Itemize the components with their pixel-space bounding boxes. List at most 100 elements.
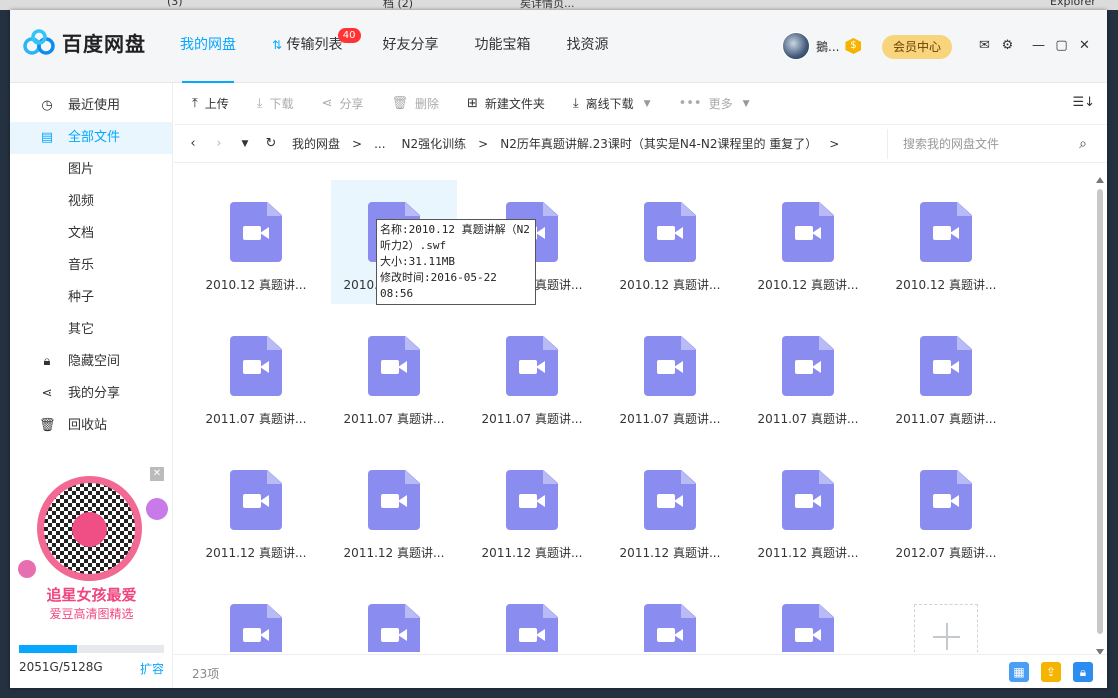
sidebar-item-music[interactable]: 音乐 (10, 250, 172, 282)
sidebar-item-images[interactable]: 图片 (10, 154, 172, 186)
username: 鵝... (816, 39, 840, 54)
nav-friend-share[interactable]: 好友分享 (383, 10, 439, 83)
breadcrumb-item[interactable]: 我的网盘 (292, 135, 340, 152)
video-file-icon (644, 470, 696, 530)
file-item[interactable]: 2010.12 真题讲... (883, 180, 1009, 304)
file-item[interactable]: 2011.07 真题讲... (883, 314, 1009, 438)
clock-icon: ◷ (41, 98, 53, 113)
file-toolbar: ⤒ 上传 ⤓ 下载 ⋖ 分享 🗑︎ 删除 ⊞ 新建文件夹 ⤓ 离线下载 ▼ ••• 更多 ▼ ☰↓ (174, 83, 1107, 125)
nav-transfer-list[interactable]: ⇅ 传输列表 40 (272, 10, 361, 83)
desktop-item[interactable]: Explorer (1050, 0, 1096, 8)
file-item[interactable]: 2011.12 真题讲... (469, 448, 595, 572)
lock-icon[interactable]: 🔒︎ (1073, 662, 1093, 682)
file-item[interactable]: 2010.12 真题讲... (193, 180, 319, 304)
minimize-icon[interactable]: — (1027, 36, 1050, 56)
file-item[interactable]: 2011.12 真题讲... (331, 448, 457, 572)
upload-button[interactable]: ⤒ 上传 (192, 95, 229, 112)
file-item[interactable]: 2011.07 真题讲... (469, 314, 595, 438)
trash-icon: 🗑︎ (39, 418, 56, 433)
file-item[interactable]: 2011.07 真题讲... (331, 314, 457, 438)
nav-my-netdisk[interactable]: 我的网盘 (180, 10, 236, 83)
file-item[interactable]: 2011.12 真题讲... (193, 448, 319, 572)
file-name: 2010.12 真题讲... (205, 278, 307, 292)
file-item[interactable]: 2011.07 真题讲... (193, 314, 319, 438)
video-file-icon (230, 470, 282, 530)
expand-storage-link[interactable]: 扩容 (140, 660, 164, 677)
grid-view-icon[interactable]: ▦ (1009, 662, 1029, 682)
file-item[interactable]: 2011.12 真题讲... (745, 448, 871, 572)
upload-folder-icon[interactable]: ⇪ (1041, 662, 1061, 682)
breadcrumb-ellipsis[interactable]: ... (374, 137, 385, 151)
breadcrumb-item[interactable]: N2强化训练 (402, 135, 467, 152)
sidebar-item-documents[interactable]: 文档 (10, 218, 172, 250)
new-folder-button[interactable]: ⊞ 新建文件夹 (467, 95, 545, 112)
sidebar-item-hidden-space[interactable]: 🔒︎ 隐藏空间 (10, 346, 172, 378)
refresh-icon[interactable]: ↻ (258, 136, 284, 151)
user-profile[interactable]: 鵝... $ (782, 32, 862, 60)
file-item[interactable]: 2012.07 真题讲... (883, 448, 1009, 572)
sidebar-item-torrents[interactable]: 种子 (10, 282, 172, 314)
add-file-plus-icon[interactable] (914, 604, 978, 652)
back-arrow-icon[interactable]: ‹ (180, 136, 206, 151)
upload-label: 上传 (204, 97, 229, 111)
file-name: 2011.07 真题讲... (481, 412, 583, 426)
delete-button[interactable]: 🗑︎ 删除 (391, 95, 439, 112)
share-button[interactable]: ⋖ 分享 (322, 95, 364, 112)
search-icon[interactable]: ⌕ (1079, 129, 1087, 159)
breadcrumb-separator[interactable]: > (829, 137, 839, 151)
file-item[interactable]: 2010.12 真题讲... (745, 180, 871, 304)
file-item[interactable] (745, 582, 871, 652)
sidebar-item-label: 我的分享 (68, 386, 121, 401)
sidebar-item-other[interactable]: 其它 (10, 314, 172, 346)
share-label: 分享 (339, 97, 364, 111)
file-item[interactable]: 2011.07 真题讲... (745, 314, 871, 438)
scrollbar[interactable] (1095, 175, 1105, 655)
video-file-icon (644, 202, 696, 262)
sidebar-item-label: 种子 (68, 290, 95, 305)
vip-center-button[interactable]: 会员中心 (882, 35, 952, 59)
scrollbar-thumb[interactable] (1097, 189, 1103, 634)
promo-banner[interactable]: ✕ 追星女孩最爱 爱豆高清图精选 (18, 467, 168, 628)
video-file-icon (782, 604, 834, 652)
history-dropdown-icon[interactable]: ▼ (232, 139, 258, 149)
sidebar-item-recycle-bin[interactable]: 🗑︎ 回收站 (10, 410, 172, 442)
maximize-icon[interactable]: ▢ (1050, 36, 1073, 56)
sidebar-item-all-files[interactable]: ▤ 全部文件 (10, 122, 172, 154)
search-input[interactable]: 搜索我的网盘文件 (903, 137, 999, 151)
file-item[interactable] (331, 582, 457, 652)
close-icon[interactable]: ✕ (1073, 36, 1096, 56)
file-item[interactable]: 2011.12 真题讲... (607, 448, 733, 572)
share-icon: ⋖ (41, 386, 53, 401)
video-file-icon (368, 470, 420, 530)
sort-list-icon[interactable]: ☰↓ (1072, 95, 1095, 110)
planet-decoration-icon (18, 560, 36, 578)
sidebar-item-videos[interactable]: 视频 (10, 186, 172, 218)
search-box[interactable]: 搜索我的网盘文件 ⌕ (887, 129, 1097, 159)
file-item[interactable] (469, 582, 595, 652)
nav-find-resources[interactable]: 找资源 (567, 10, 609, 83)
app-logo[interactable]: 百度网盘 (23, 28, 146, 57)
forward-arrow-icon[interactable]: › (206, 136, 232, 151)
mail-icon[interactable]: ✉ (973, 36, 996, 56)
offline-download-button[interactable]: ⤓ 离线下载 ▼ (573, 95, 651, 112)
settings-gear-icon[interactable]: ⚙ (996, 36, 1019, 56)
download-button[interactable]: ⤓ 下载 (257, 95, 294, 112)
video-file-icon (230, 604, 282, 652)
desktop-item[interactable]: (3) (167, 0, 183, 8)
promo-close-icon[interactable]: ✕ (150, 467, 164, 481)
file-item[interactable]: 2011.07 真题讲... (607, 314, 733, 438)
file-item[interactable]: 2010.12 真题讲... (607, 180, 733, 304)
file-item[interactable] (607, 582, 733, 652)
avatar[interactable] (782, 32, 810, 60)
sidebar-item-recent[interactable]: ◷ 最近使用 (10, 90, 172, 122)
file-name: 2010.12 真题讲... (619, 278, 721, 292)
nav-function-box[interactable]: 功能宝箱 (475, 10, 531, 83)
sidebar-item-my-shares[interactable]: ⋖ 我的分享 (10, 378, 172, 410)
file-name: 2012.07 真题讲... (895, 546, 997, 560)
scroll-up-icon[interactable] (1096, 177, 1104, 183)
share-icon: ⋖ (321, 96, 333, 111)
file-item[interactable] (193, 582, 319, 652)
new-folder-label: 新建文件夹 (484, 97, 545, 111)
storage-quota: 2051G/5128G 扩容 (19, 645, 164, 677)
more-button[interactable]: ••• 更多 ▼ (679, 95, 750, 112)
